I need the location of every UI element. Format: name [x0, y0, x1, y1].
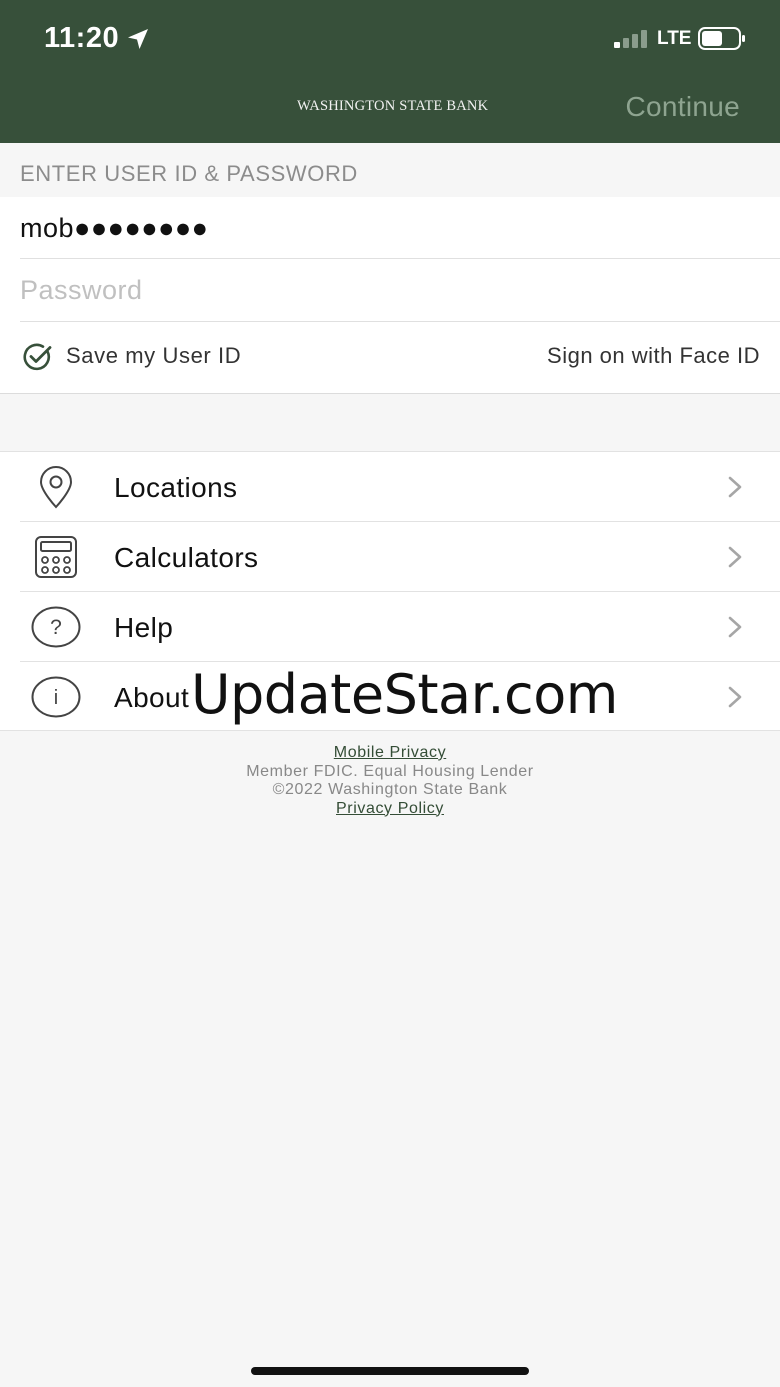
menu-item-label: Help: [114, 612, 174, 643]
save-user-id-toggle[interactable]: Save my User ID: [66, 343, 241, 369]
status-time: 11:20: [44, 22, 120, 54]
watermark-text: UpdateStar.com: [191, 663, 618, 726]
menu-item-locations[interactable]: Locations: [0, 452, 780, 522]
chevron-right-icon: [728, 546, 742, 568]
svg-text:?: ?: [50, 616, 62, 639]
chevron-right-icon: [728, 686, 742, 708]
fdic-text: Member FDIC. Equal Housing Lender: [246, 762, 534, 780]
location-arrow-icon: [128, 29, 148, 49]
menu-item-label: Calculators: [114, 542, 259, 573]
menu-item-label: About: [114, 682, 190, 713]
footer: Mobile Privacy Member FDIC. Equal Housin…: [0, 744, 780, 818]
user-id-value: mob●●●●●●●●: [20, 213, 209, 243]
menu-item-calculators[interactable]: Calculators: [0, 522, 780, 592]
mobile-privacy-link[interactable]: Mobile Privacy: [334, 744, 446, 761]
password-placeholder: Password: [20, 275, 143, 305]
location-pin-icon: [39, 466, 73, 509]
checkmark-circle-icon[interactable]: [23, 343, 53, 371]
continue-button[interactable]: Continue: [626, 91, 740, 123]
user-id-field[interactable]: mob●●●●●●●●: [20, 197, 780, 259]
signal-icon: [614, 30, 647, 48]
face-id-sign-on-button[interactable]: Sign on with Face ID: [547, 343, 760, 369]
copyright-text: ©2022 Washington State Bank: [272, 781, 508, 798]
battery-icon: [698, 27, 745, 50]
login-section-label: ENTER USER ID & PASSWORD: [20, 161, 358, 186]
bank-logo: WASHINGTON STATE BANK: [297, 98, 489, 114]
svg-text:i: i: [54, 687, 58, 709]
privacy-policy-link[interactable]: Privacy Policy: [336, 800, 444, 817]
network-type: LTE: [657, 28, 692, 49]
app-header: 11:20 LTE WASHINGTON STATE BANK Continue: [0, 0, 780, 143]
password-field[interactable]: Password: [20, 259, 780, 322]
calculator-icon: [35, 536, 77, 578]
menu-item-label: Locations: [114, 472, 238, 503]
home-indicator[interactable]: [251, 1367, 529, 1375]
chevron-right-icon: [728, 476, 742, 498]
info-icon: i: [31, 676, 81, 718]
help-icon: ?: [31, 606, 81, 648]
menu-item-help[interactable]: ? Help: [0, 592, 780, 662]
chevron-right-icon: [728, 616, 742, 638]
login-form: mob●●●●●●●● Password Save my User ID Sig…: [0, 197, 780, 394]
